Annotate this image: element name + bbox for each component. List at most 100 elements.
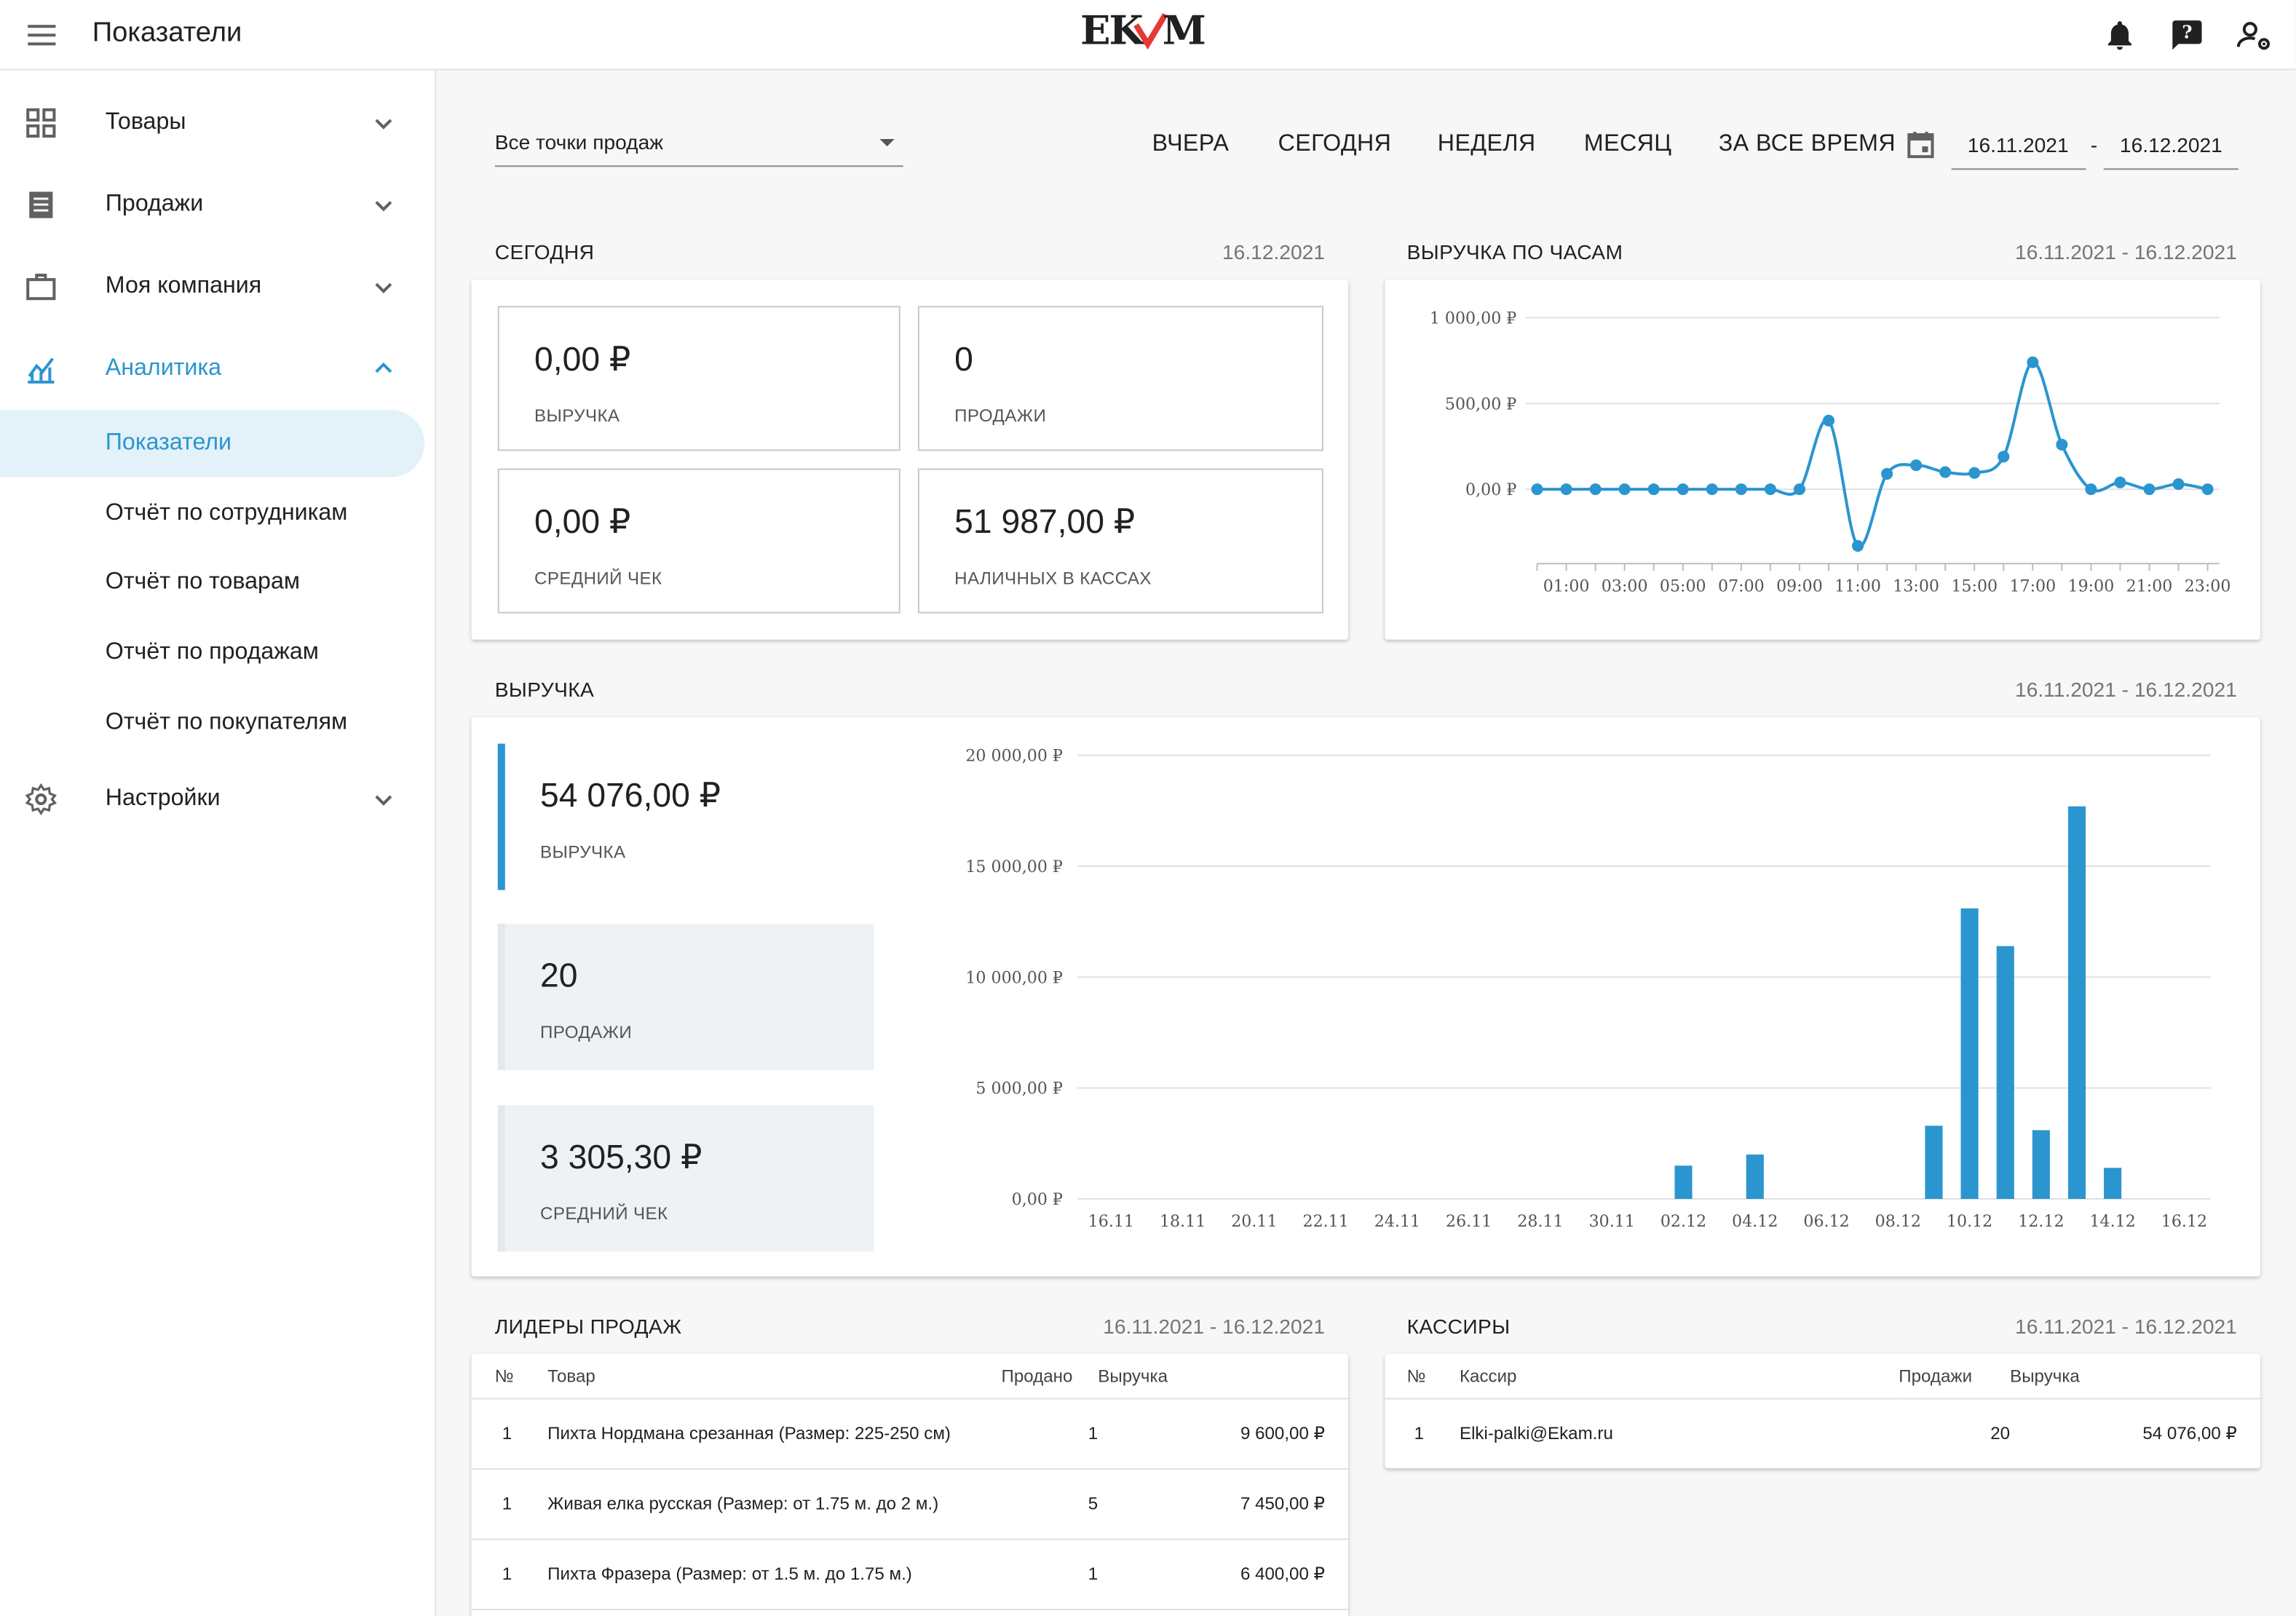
sidebar-item-label: Товары [105,109,186,135]
column-header-number[interactable]: № [1385,1354,1460,1399]
table-row: 1 Живая елка русская (Размер: от 1.75 м.… [471,1468,1349,1540]
y-tick-label: 500,00 ₽ [1445,395,1516,413]
revenue-bar [1960,908,1979,1200]
x-tick-label: 30.11 [1589,1212,1635,1231]
cell-sales: 20 [1990,1423,2011,1444]
data-point [2172,478,2185,491]
x-tick-label: 08.12 [1875,1212,1921,1231]
stat-cash-in-registers: 51 987,00 ₽ НАЛИЧНЫХ В КАССАХ [917,468,1323,614]
data-point [2201,483,2214,496]
date-from-field[interactable]: 16.11.2021 [1951,117,2086,170]
period-month-button[interactable]: МЕСЯЦ [1584,132,1672,158]
x-tick-label: 13:00 [1893,577,1939,595]
column-header-cashier[interactable]: Кассир [1459,1354,1899,1399]
point-of-sale-select[interactable]: Все точки продаж [494,117,903,167]
period-all-time-button[interactable]: ЗА ВСЕ ВРЕМЯ [1719,132,1896,158]
period-today-button[interactable]: СЕГОДНЯ [1278,132,1392,158]
x-tick-label: 10.12 [1947,1212,1992,1231]
sidebar-item-company[interactable]: Моя компания [0,252,436,322]
date-range-separator: - [2090,133,2098,157]
data-point [1677,483,1689,496]
sidebar-subitem-label: Показатели [105,430,232,456]
sidebar-subitem-label: Отчёт по покупателям [105,710,348,735]
data-point [1822,414,1835,427]
date-to-field[interactable]: 16.12.2021 [2103,117,2238,170]
today-stats-card: 0,00 ₽ ВЫРУЧКА 0 ПРОДАЖИ 0,00 ₽ СРЕДНИЙ … [471,280,1349,640]
x-tick-label: 16.12 [2161,1212,2207,1231]
cashiers-card: № Кассир Продажи Выручка 1 Elki-palki@Ek… [1385,1354,2260,1469]
revenue-section-title: ВЫРУЧКА [494,678,595,702]
column-header-revenue[interactable]: Выручка [1098,1354,1349,1399]
calendar-icon[interactable] [1906,130,1935,159]
column-header-product[interactable]: Товар [547,1354,1002,1399]
stat-average-check-today: 0,00 ₽ СРЕДНИЙ ЧЕК [497,468,900,614]
revenue-section-range: 16.11.2021 - 16.12.2021 [2015,678,2237,702]
revenue-bar [2067,806,2086,1200]
product-link[interactable]: Пихта Нордмана срезанная (Размер: 225-25… [547,1398,1002,1470]
y-tick-label: 1 000,00 ₽ [1430,309,1517,328]
column-header-sales[interactable]: Продажи [1899,1354,2011,1399]
chevron-down-icon [375,795,392,806]
sidebar-subitem-indicators[interactable]: Показатели [0,410,425,478]
data-point [2056,438,2068,451]
cell-revenue: 9 600,00 ₽ [1098,1398,1349,1470]
product-link[interactable]: Пихта Фразера (Размер: от 1.5 м. до 1.75… [547,1538,1002,1610]
x-tick-label: 17:00 [2009,577,2056,595]
sidebar-item-analytics[interactable]: Аналитика [0,334,436,405]
cell-revenue: 6 400,00 ₽ [1098,1538,1349,1610]
cell-sold: 1 [1001,1538,1098,1610]
stat-value: 0 [954,339,973,378]
hourly-revenue-line-chart: 1 000,00 ₽ 500,00 ₽ 0,00 ₽ 01:00 03:00 05:00 0… [1430,309,2231,595]
y-tick-label: 10 000,00 ₽ [965,968,1063,987]
help-feedback-icon[interactable]: ? [2169,17,2204,52]
sidebar-item-settings[interactable]: Настройки [0,764,436,835]
x-tick-label: 23:00 [2185,577,2231,595]
analytics-chart-icon [28,357,55,384]
cell-number: 1 [1414,1423,1425,1444]
data-point [1618,483,1631,496]
hamburger-menu-icon[interactable] [26,20,58,49]
column-header-number[interactable]: № [471,1354,548,1399]
sidebar-subitem-sales-report[interactable]: Отчёт по продажам [0,619,424,687]
data-point [1910,459,1923,472]
stat-value: 51 987,00 ₽ [954,502,1136,541]
x-tick-label: 24.11 [1374,1212,1420,1231]
data-point [1647,483,1660,496]
cashiers-section-range: 16.11.2021 - 16.12.2021 [2015,1314,2237,1339]
data-point [1998,451,2010,463]
sidebar-item-sales[interactable]: Продажи [0,170,436,240]
stat-sales-today: 0 ПРОДАЖИ [917,306,1323,451]
data-point [1881,467,1893,480]
period-week-button[interactable]: НЕДЕЛЯ [1438,132,1536,158]
hourly-section-range: 16.11.2021 - 16.12.2021 [2015,239,2237,264]
data-point [1531,483,1543,496]
user-settings-icon[interactable] [2236,17,2272,52]
data-point [1735,483,1747,496]
column-header-sold[interactable]: Продано [1001,1354,1098,1399]
sidebar-subitem-label: Отчёт по продажам [105,639,319,665]
revenue-total-box: 54 076,00 ₽ ВЫРУЧКА [497,743,874,890]
x-tick-label: 28.11 [1517,1212,1563,1231]
navigation-sidebar: Товары Продажи Моя компания Аналитика По… [0,70,437,1616]
y-tick-label: 15 000,00 ₽ [965,857,1063,876]
revenue-sales-box: 20 ПРОДАЖИ [497,923,874,1071]
x-tick-label: 11:00 [1834,577,1881,595]
stat-label: ВЫРУЧКА [540,841,626,863]
product-link[interactable]: Живая елка русская (Размер: от 1.75 м. д… [547,1468,1002,1540]
sidebar-item-products[interactable]: Товары [0,88,436,159]
period-yesterday-button[interactable]: ВЧЕРА [1152,132,1230,158]
stat-value: 3 305,30 ₽ [540,1137,702,1176]
x-tick-label: 04.12 [1732,1212,1778,1231]
ekam-logo[interactable]: EK M [1080,10,1232,51]
table-row: 1 Пихта Нордмана срезанная (Размер: 225-… [471,1398,1349,1470]
y-tick-label: 0,00 ₽ [1012,1190,1063,1209]
notifications-bell-icon[interactable] [2102,17,2137,52]
cell-sold: 1 [1001,1398,1098,1470]
column-header-revenue[interactable]: Выручка [2010,1354,2260,1399]
svg-text:M: M [1163,10,1205,51]
data-point [1793,483,1805,496]
sidebar-subitem-employee-report[interactable]: Отчёт по сотрудникам [0,480,424,548]
sidebar-subitem-product-report[interactable]: Отчёт по товарам [0,549,424,617]
sidebar-subitem-customer-report[interactable]: Отчёт по покупателям [0,689,424,757]
stat-label: ВЫРУЧКА [534,405,620,427]
